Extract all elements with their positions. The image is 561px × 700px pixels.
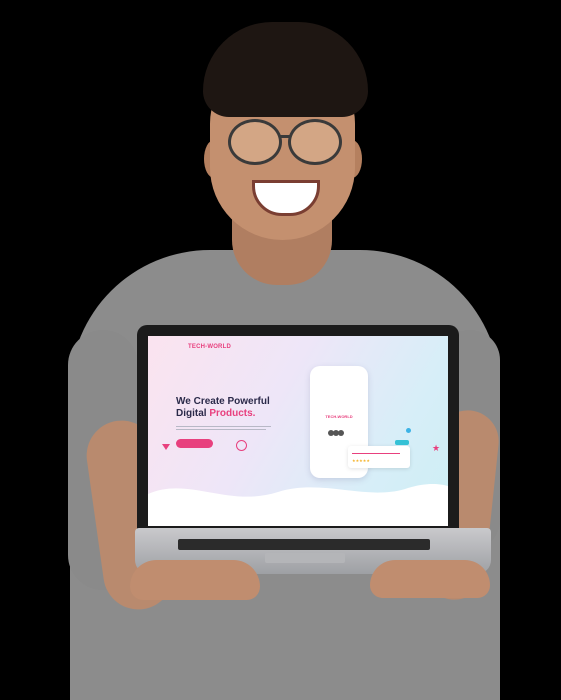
get-started-button[interactable] <box>176 439 213 448</box>
photo-scene: TECH-WORLD We Create Powerful Digital Pr… <box>0 0 561 700</box>
glasses-bridge <box>280 135 290 138</box>
person-right-hand <box>370 560 490 598</box>
hero-title-line1: We Create Powerful <box>176 396 270 407</box>
person-left-hand <box>130 560 260 600</box>
hero-title-plain: Digital <box>176 408 210 419</box>
dot-decoration-icon <box>406 428 411 433</box>
glasses-right-lens <box>288 119 342 165</box>
person-hair <box>203 22 368 117</box>
glasses-left-lens <box>228 119 282 165</box>
phone-brand: TECH-WORLD <box>325 414 353 419</box>
site-logo[interactable]: TECH-WORLD <box>188 344 231 350</box>
avatar <box>338 430 344 436</box>
rating-stars-icon: ★★★★★ <box>352 458 370 463</box>
ring-decoration-icon <box>236 440 247 451</box>
wave-decoration <box>148 484 448 526</box>
triangle-decoration-icon <box>162 444 170 450</box>
hero-title: We Create Powerful Digital Products. <box>176 396 306 420</box>
phone-avatar-group <box>328 423 350 436</box>
star-decoration-icon: ★ <box>432 443 441 453</box>
laptop-trackpad <box>265 553 345 563</box>
rating-card: ★★★★★ <box>348 440 410 468</box>
card-title-placeholder <box>352 453 400 454</box>
hero-title-line2: Digital Products. <box>176 408 306 420</box>
laptop-screen: TECH-WORLD We Create Powerful Digital Pr… <box>148 336 448 526</box>
hero-title-accent: Products. <box>209 408 256 419</box>
card-badge <box>395 440 409 445</box>
hero-description-placeholder <box>176 424 276 432</box>
laptop-keyboard <box>178 539 430 550</box>
